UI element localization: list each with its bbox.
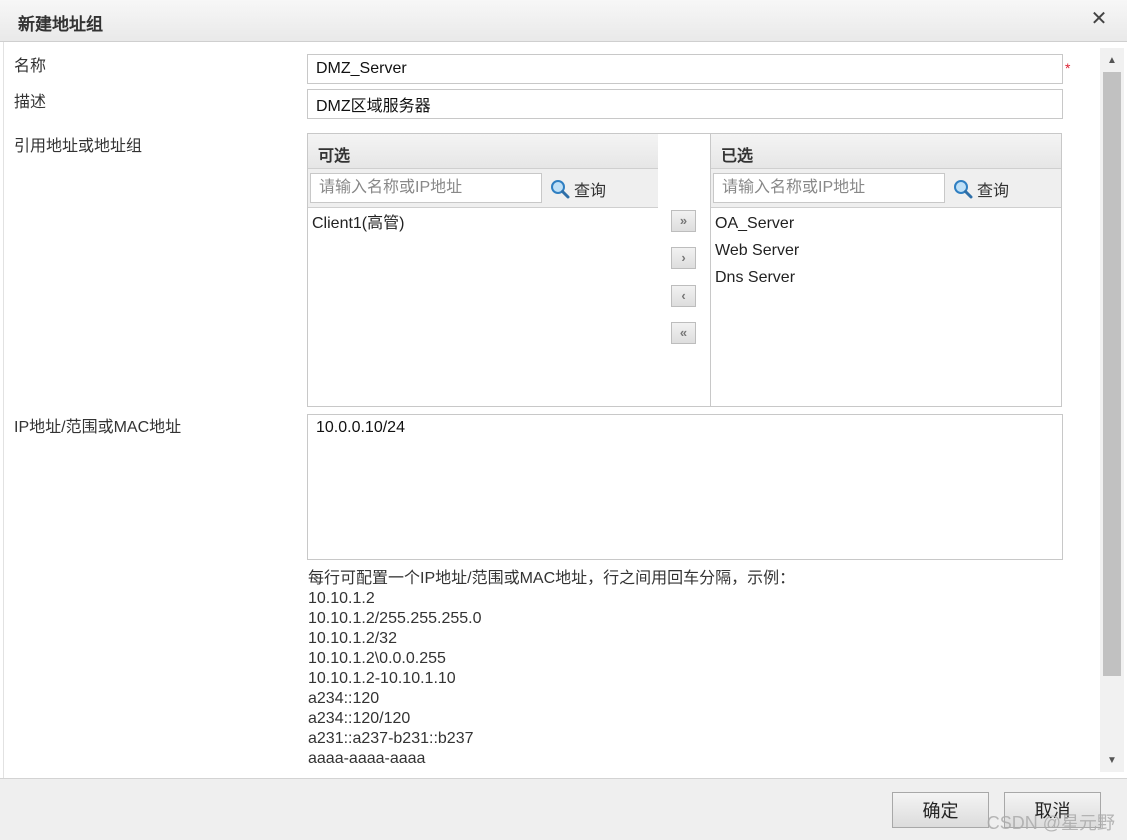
help-line: a234::120 [308,690,380,707]
list-item[interactable]: Client1(高管) [312,214,654,241]
list-item[interactable]: Web Server [715,241,1057,268]
dialog-footer: 确定 取消 CSDN @星元野 [0,778,1127,840]
ip-textarea[interactable]: 10.0.0.10/24 [307,414,1063,560]
available-list: Client1(高管) [308,208,658,247]
list-item[interactable]: Dns Server [715,268,1057,295]
watermark: CSDN @星元野 [986,813,1115,833]
dialog-title: 新建地址组 [18,15,103,34]
available-search-bar: 查询 [308,169,658,208]
name-label: 名称 [14,58,47,75]
selected-header: 已选 [711,134,1061,169]
selected-search-label: 查询 [977,183,1010,200]
help-line: a231::a237-b231::b237 [308,730,474,747]
add-all-button[interactable]: » [671,210,696,232]
scroll-down-icon[interactable]: ▼ [1104,754,1120,768]
add-button[interactable]: › [671,247,696,269]
available-header: 可选 [308,134,658,169]
remove-all-button[interactable]: « [671,322,696,344]
available-search-input[interactable] [310,173,542,203]
vertical-scrollbar[interactable]: ▲ ▼ [1100,48,1124,772]
selected-search-button[interactable]: 查询 [953,177,1009,201]
dialog-content: 名称 * 描述 引用地址或地址组 可选 查询 Client1(高管) » › ‹… [3,42,1100,778]
required-mark: * [1065,60,1071,76]
available-panel: 可选 查询 Client1(高管) [307,133,659,407]
help-text: 每行可配置一个IP地址/范围或MAC地址，行之间用回车分隔，示例： 10.10.… [308,569,795,769]
help-line: 10.10.1.2 [308,590,375,607]
list-item[interactable]: OA_Server [715,214,1057,241]
help-line: 每行可配置一个IP地址/范围或MAC地址，行之间用回车分隔，示例： [308,570,796,587]
ip-label: IP地址/范围或MAC地址 [14,419,182,436]
description-label: 描述 [14,94,47,111]
help-line: 10.10.1.2-10.10.1.10 [308,670,456,687]
scroll-thumb[interactable] [1103,72,1121,676]
help-line: a234::120/120 [308,710,411,727]
help-line: aaaa-aaaa-aaaa [308,750,426,767]
selected-search-input[interactable] [713,173,945,203]
description-input[interactable] [307,89,1063,119]
help-line: 10.10.1.2/255.255.255.0 [308,610,482,627]
selected-list: OA_Server Web Server Dns Server [711,208,1061,301]
name-input[interactable] [307,54,1063,84]
help-line: 10.10.1.2/32 [308,630,397,647]
remove-button[interactable]: ‹ [671,285,696,307]
search-icon [954,180,973,199]
transfer-buttons: » › ‹ « [658,133,710,407]
close-icon[interactable]: ✕ [1089,9,1109,29]
search-icon [551,180,570,199]
available-search-label: 查询 [574,183,607,200]
reference-label: 引用地址或地址组 [14,138,143,155]
help-line: 10.10.1.2\0.0.0.255 [308,650,446,667]
available-search-button[interactable]: 查询 [550,177,606,201]
scroll-up-icon[interactable]: ▲ [1104,54,1120,68]
selected-search-bar: 查询 [711,169,1061,208]
dialog-titlebar: 新建地址组 ✕ [0,0,1127,42]
ok-button[interactable]: 确定 [892,792,989,828]
selected-panel: 已选 查询 OA_Server Web Server Dns Server [710,133,1062,407]
